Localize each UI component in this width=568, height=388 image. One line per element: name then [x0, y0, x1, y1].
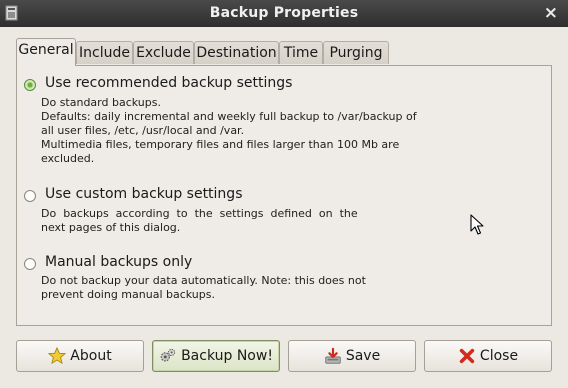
tab-purging[interactable]: Purging	[323, 41, 389, 64]
save-button-label: Save	[345, 348, 381, 364]
about-button[interactable]: About	[16, 340, 144, 372]
save-icon	[325, 347, 341, 364]
close-button-label: Close	[479, 348, 519, 364]
window-title: Backup Properties	[209, 5, 359, 21]
backup-now-button-label: Backup Now!	[181, 348, 273, 364]
radio-manual[interactable]	[24, 258, 36, 270]
tab-include[interactable]: Include	[76, 41, 133, 64]
option-custom-label[interactable]: Use custom backup settings	[45, 186, 243, 202]
option-manual-label[interactable]: Manual backups only	[45, 254, 192, 270]
backup-now-button[interactable]: Backup Now!	[152, 340, 280, 372]
about-button-label: About	[70, 348, 112, 364]
option-manual-description: Do not backup your data automatically. N…	[41, 274, 366, 301]
title-bar: Backup Properties ×	[0, 0, 568, 27]
option-custom-description: Do backups according to the settings def…	[41, 207, 358, 234]
gears-icon	[160, 348, 176, 362]
close-icon	[459, 348, 475, 364]
option-recommended-description: Do standard backups. Defaults: daily inc…	[41, 96, 417, 165]
save-button[interactable]: Save	[288, 340, 416, 372]
tab-exclude[interactable]: Exclude	[133, 41, 194, 64]
radio-recommended[interactable]	[24, 79, 36, 91]
radio-custom[interactable]	[24, 190, 36, 202]
window-close-icon[interactable]: ×	[544, 3, 558, 23]
option-recommended-label[interactable]: Use recommended backup settings	[45, 75, 292, 91]
close-button[interactable]: Close	[424, 340, 552, 372]
tab-general[interactable]: General	[16, 38, 76, 66]
tab-time[interactable]: Time	[279, 41, 323, 64]
tab-destination[interactable]: Destination	[194, 41, 279, 64]
star-icon	[48, 347, 67, 365]
mouse-cursor-icon	[470, 214, 484, 235]
